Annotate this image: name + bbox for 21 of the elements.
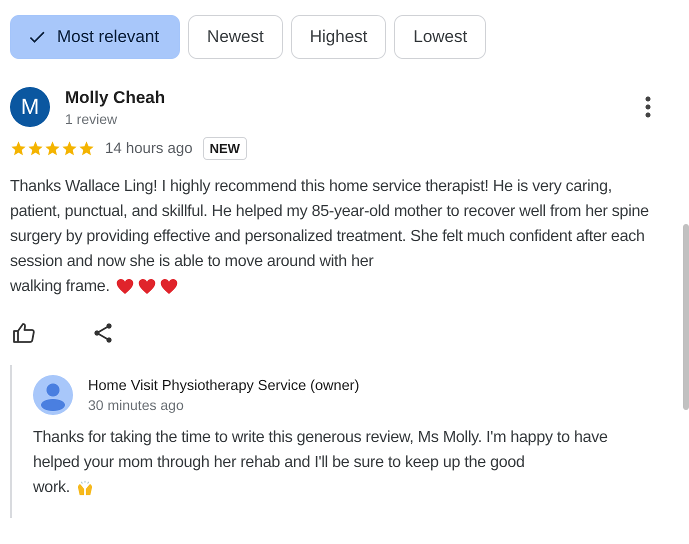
raised-hands-icon — [76, 480, 94, 496]
reply-time: 30 minutes ago — [88, 396, 185, 412]
more-options-icon[interactable] — [645, 96, 651, 118]
filter-chip[interactable]: Most relevant — [10, 15, 180, 59]
author-name[interactable]: Molly Cheah — [65, 88, 645, 108]
filter-chip[interactable]: Newest — [188, 15, 283, 59]
review-count: 1 review — [65, 110, 118, 126]
review-time: 14 hours ago — [105, 140, 193, 157]
thumbs-up-icon[interactable] — [12, 321, 36, 345]
review-text: walking frame. — [10, 277, 110, 297]
new-badge: NEW — [202, 137, 247, 160]
scrollbar[interactable] — [683, 224, 689, 410]
heart-icon — [116, 278, 134, 295]
reply-text: work. — [33, 478, 70, 498]
owner-name: Home Visit Physiotherapy Service (owner) — [88, 378, 360, 394]
filter-chip[interactable]: Lowest — [394, 15, 486, 59]
heart-icon — [138, 278, 156, 295]
heart-icon — [160, 278, 178, 295]
owner-avatar — [33, 375, 73, 415]
user-avatar: M — [10, 87, 50, 127]
filter-chip[interactable]: Highest — [290, 15, 386, 59]
